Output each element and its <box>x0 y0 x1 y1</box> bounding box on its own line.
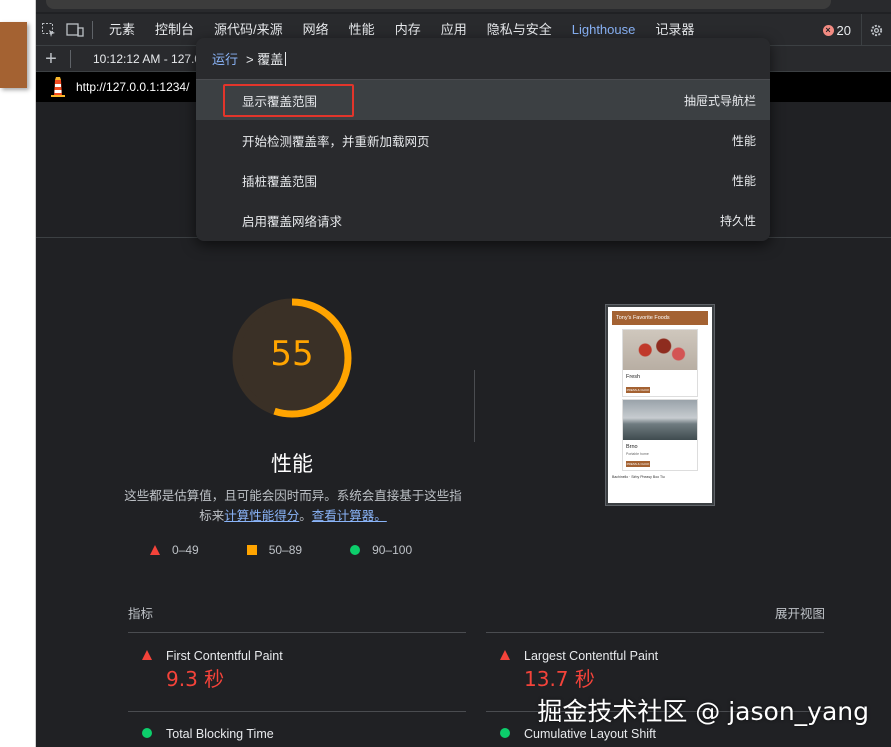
description-separator: 。 <box>299 509 312 523</box>
metric-value: 9.3 秒 <box>166 667 225 691</box>
thumbnail-item-sub: Portable home <box>626 452 649 456</box>
calculated-score-link[interactable]: 计算性能得分 <box>224 509 299 523</box>
thumbnail-card: Fresh PRESS & CLICK <box>622 329 698 397</box>
thumbnail-page-title: Tony's Favorite Foods <box>612 311 708 325</box>
legend-pass: 90–100 <box>350 543 412 557</box>
calculator-link[interactable]: 查看计算器。 <box>312 509 387 523</box>
page-header-block <box>0 22 27 88</box>
score-description: 这些都是估算值，且可能会因时而异。系统会直接基于这些指标来计算性能得分。查看计算… <box>120 486 466 526</box>
pass-circle-icon <box>500 728 510 738</box>
report-selector[interactable]: 10:12:12 AM - 127.0. <box>93 52 204 66</box>
new-report-plus-icon[interactable]: + <box>36 46 66 72</box>
command-item-category: 抽屉式导航栏 <box>683 93 756 108</box>
command-item-enable-coverage-requests[interactable]: 启用覆盖网络请求 持久性 <box>196 200 770 240</box>
inspected-page-strip <box>0 0 36 747</box>
command-item-category: 性能 <box>731 173 756 188</box>
thumbnail-card: Brno Portable home PRESS & CLICK <box>622 399 698 471</box>
score-value: 55 <box>270 334 314 374</box>
highlight-box <box>223 84 354 117</box>
toolbar-divider <box>92 20 93 39</box>
final-screenshot-thumbnail[interactable]: Tony's Favorite Foods Fresh PRESS & CLIC… <box>605 304 715 506</box>
average-square-icon <box>246 545 257 555</box>
lighthouse-logo-icon <box>51 77 65 97</box>
landscape-image <box>623 400 697 440</box>
metrics-heading: 指标 <box>128 607 154 621</box>
inspect-icon[interactable] <box>36 14 62 46</box>
command-menu: 运行 > 覆盖 显示覆盖范围 抽屉式导航栏 开始检测覆盖率，并重新加载网页 性能… <box>196 38 770 241</box>
watermark-text: 掘金技术社区 @ jason_yang <box>537 697 869 726</box>
metric-name: First Contentful Paint <box>166 649 283 663</box>
legend-fail: 0–49 <box>150 543 199 557</box>
legend-range: 0–49 <box>172 543 199 557</box>
metric-value: 13.7 秒 <box>524 667 595 691</box>
thumbnail-footer: Bachinello · Sirby Pheasy Boo Tiu <box>612 475 665 479</box>
command-run-label: 运行 <box>212 52 239 67</box>
fail-triangle-icon <box>142 650 152 660</box>
metric-name: Largest Contentful Paint <box>524 649 659 663</box>
pass-circle-icon <box>350 545 361 555</box>
tab-elements[interactable]: 元素 <box>99 14 145 46</box>
error-count: 20 <box>836 22 851 38</box>
legend-average: 50–89 <box>246 543 303 557</box>
command-item-category: 持久性 <box>719 213 756 228</box>
food-image <box>623 330 697 370</box>
error-counter[interactable]: × 20 <box>822 22 851 38</box>
metric-divider <box>128 711 466 712</box>
metric-divider <box>128 632 466 633</box>
legend-range: 50–89 <box>268 543 303 557</box>
command-item-label: 插桩覆盖范围 <box>242 174 318 189</box>
thumbnail-item-name: Brno <box>626 444 638 450</box>
metric-name: Total Blocking Time <box>166 727 274 741</box>
performance-score-gauge: 55 <box>230 296 354 420</box>
thumbnail-item-name: Fresh <box>626 374 641 380</box>
settings-gear-icon[interactable] <box>861 14 891 46</box>
command-query: > 覆盖 <box>246 52 284 67</box>
section-divider <box>474 370 475 442</box>
legend-range: 90–100 <box>372 543 413 557</box>
metric-divider <box>486 632 824 633</box>
category-title: 性能 <box>271 453 313 476</box>
metric-first-contentful-paint: First Contentful Paint 9.3 秒 <box>142 649 462 699</box>
fail-triangle-icon <box>150 545 160 555</box>
error-icon: × <box>822 24 834 36</box>
score-legend: 0–49 50–89 90–100 <box>150 543 460 557</box>
command-item-category: 性能 <box>731 133 756 148</box>
metric-total-blocking-time: Total Blocking Time <box>142 727 462 747</box>
metric-cumulative-layout-shift: Cumulative Layout Shift <box>500 727 820 747</box>
thumbnail-item-button: PRESS & CLICK <box>626 461 650 467</box>
command-item-label: 启用覆盖网络请求 <box>242 214 343 229</box>
thumbnail-item-button: PRESS & CLICK <box>626 387 650 393</box>
report-url[interactable]: http://127.0.0.1:1234/ <box>76 80 189 94</box>
toolbar-divider <box>70 49 71 68</box>
command-input[interactable]: 运行 > 覆盖 <box>196 38 770 80</box>
command-item-show-coverage[interactable]: 显示覆盖范围 抽屉式导航栏 <box>196 80 770 120</box>
pass-circle-icon <box>142 728 152 738</box>
tab-console[interactable]: 控制台 <box>145 14 204 46</box>
expand-view-toggle[interactable]: 展开视图 <box>775 603 825 622</box>
fail-triangle-icon <box>500 650 510 660</box>
text-caret <box>285 51 287 66</box>
command-item-label: 开始检测覆盖率，并重新加载网页 <box>242 134 430 149</box>
command-item-start-coverage-reload[interactable]: 开始检测覆盖率，并重新加载网页 性能 <box>196 120 770 160</box>
devtools-panel: 元素 控制台 源代码/来源 网络 性能 内存 应用 隐私与安全 Lighthou… <box>36 0 891 747</box>
metric-name: Cumulative Layout Shift <box>524 727 657 741</box>
device-toggle-icon[interactable] <box>62 14 88 46</box>
command-item-instrument-coverage[interactable]: 插桩覆盖范围 性能 <box>196 160 770 200</box>
metrics-header: 指标 展开视图 <box>128 603 825 622</box>
window-top-edge <box>36 0 891 12</box>
